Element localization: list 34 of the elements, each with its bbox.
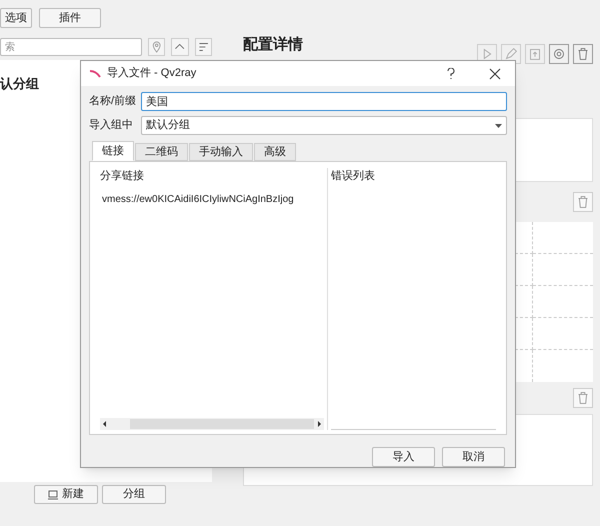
tab[interactable]: 手动输入 (189, 143, 253, 161)
computer-icon (48, 490, 58, 500)
group-button[interactable]: 分组 (102, 485, 166, 504)
share-link-text[interactable]: vmess://ew0KICAidiI6ICIyliwNCiAgInBzIjog (100, 186, 324, 418)
group-dropdown[interactable]: 默认分组 (141, 116, 507, 135)
name-field[interactable]: 美国 (141, 92, 507, 111)
tab[interactable]: 二维码 (135, 143, 188, 161)
search-field[interactable]: 索 (0, 38, 142, 56)
toolbar-button[interactable]: 插件 (39, 8, 101, 28)
export-icon[interactable] (525, 44, 545, 64)
help-icon[interactable] (447, 68, 455, 80)
field-label: 名称/前缀 (89, 94, 137, 110)
gear-icon[interactable] (549, 44, 569, 64)
section-label: 错误列表 (331, 169, 376, 184)
trash-icon[interactable] (573, 388, 593, 408)
window-title: 导入文件 - Qv2ray (107, 66, 196, 82)
tab[interactable]: 链接 (92, 141, 134, 161)
trash-icon[interactable] (573, 192, 593, 212)
tab[interactable]: 高级 (254, 143, 296, 161)
toolbar-button[interactable]: 选项 (0, 8, 32, 28)
close-icon[interactable] (489, 68, 501, 80)
field-label: 导入组中 (89, 118, 134, 134)
trash-icon[interactable] (573, 44, 593, 64)
dropdown-arrow-icon (495, 124, 502, 128)
section-label: 分享链接 (100, 168, 145, 184)
dialog-button[interactable]: 导入 (372, 447, 435, 467)
location-pin-icon[interactable] (148, 38, 166, 56)
app-logo-icon (89, 70, 101, 78)
details-title: 配置详情 (243, 37, 303, 52)
sort-icon[interactable] (194, 38, 212, 56)
dialog-button[interactable]: 取消 (442, 447, 505, 467)
chevron-up-icon[interactable] (171, 38, 189, 56)
new-button[interactable]: 新建 (34, 485, 98, 504)
horizontal-scrollbar[interactable] (100, 418, 324, 430)
